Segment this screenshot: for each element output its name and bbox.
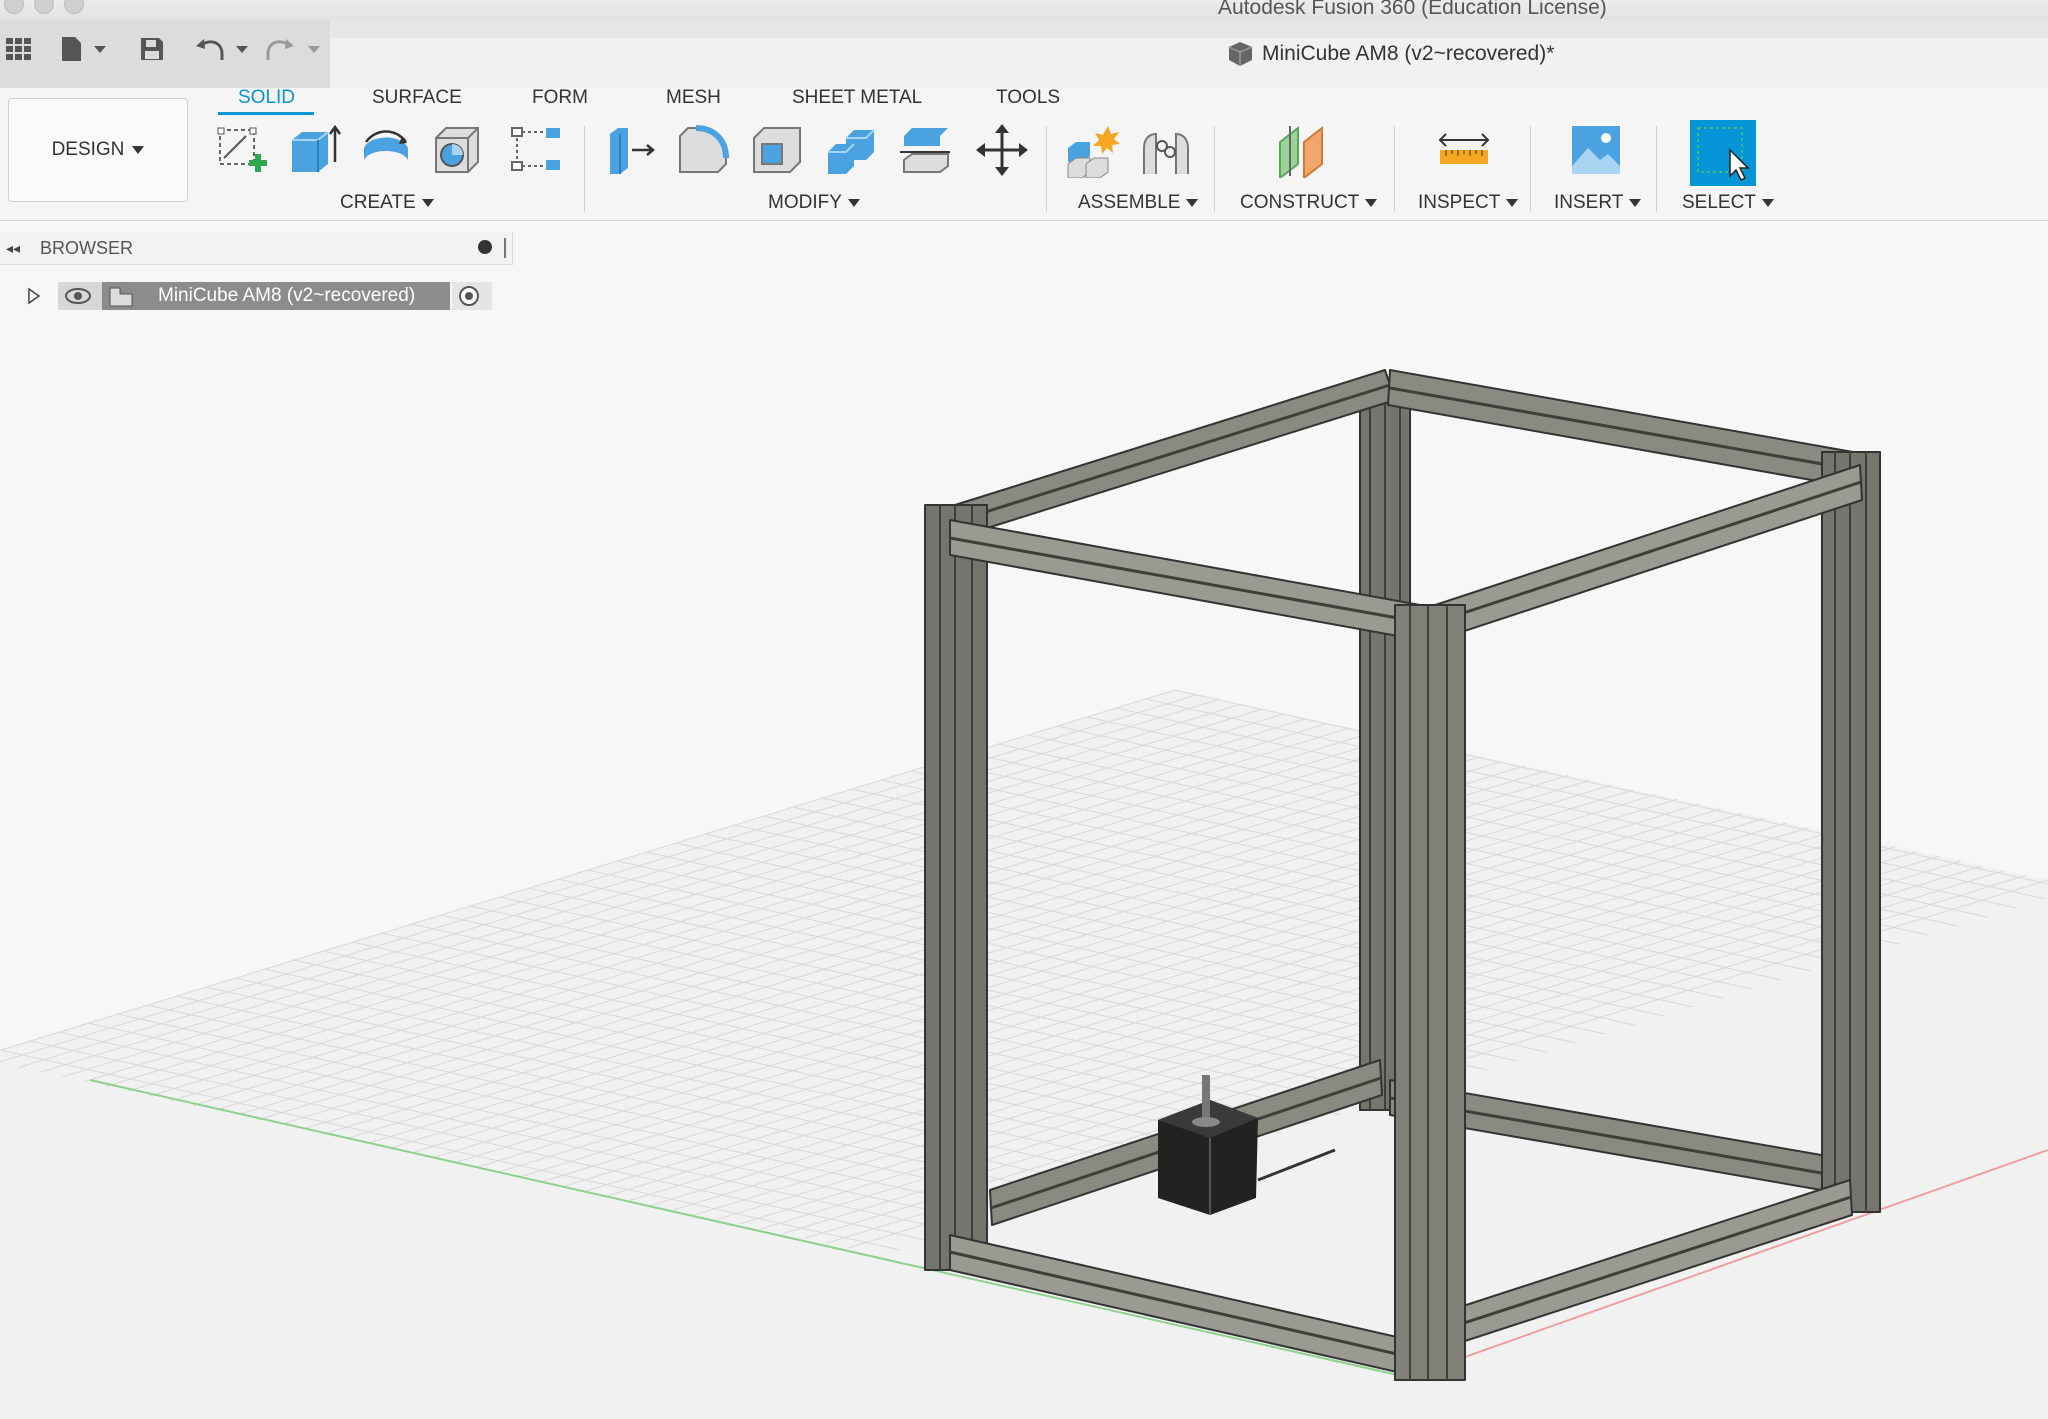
quick-access-toolbar (0, 20, 330, 88)
measure-icon[interactable] (1436, 122, 1492, 178)
joint-icon[interactable] (1138, 122, 1194, 178)
undo-icon[interactable] (194, 34, 252, 64)
browser-root-node[interactable]: MiniCube AM8 (v2~recovered) (0, 278, 500, 314)
inspect-menu[interactable]: INSPECT (1418, 192, 1519, 214)
chevron-down-icon (421, 199, 434, 207)
select-label: SELECT (1682, 192, 1756, 213)
create-sketch-icon[interactable] (214, 122, 270, 178)
divider (1530, 126, 1531, 212)
document-title: MiniCube AM8 (v2~recovered)* (1262, 42, 1555, 65)
activate-component-button[interactable] (452, 282, 492, 310)
component-icon (109, 287, 133, 307)
panel-resize-handle[interactable] (504, 238, 506, 258)
press-pull-icon[interactable] (602, 122, 658, 178)
divider (1656, 126, 1657, 212)
create-menu[interactable]: CREATE (340, 192, 434, 214)
grid-icon[interactable] (4, 34, 34, 64)
browser-title: BROWSER (40, 238, 134, 258)
chevron-down-icon (1365, 199, 1378, 207)
divider (1046, 126, 1047, 212)
offset-plane-icon[interactable] (1276, 122, 1332, 178)
select-menu[interactable]: SELECT (1682, 192, 1774, 214)
collapse-panel-icon[interactable]: ◂◂ (6, 240, 20, 257)
browser-root-label[interactable]: MiniCube AM8 (v2~recovered) (102, 282, 450, 310)
new-component-icon[interactable] (1064, 122, 1120, 178)
divider (584, 126, 585, 212)
cube-icon (1228, 42, 1253, 66)
redo-icon[interactable] (264, 34, 324, 64)
tab-form[interactable]: FORM (532, 88, 588, 116)
tab-tools[interactable]: TOOLS (996, 88, 1060, 116)
active-tab-indicator (218, 112, 314, 115)
chevron-down-icon (1629, 199, 1642, 207)
zoom-window-button[interactable] (64, 0, 84, 14)
divider (1214, 126, 1215, 212)
save-icon[interactable] (138, 34, 166, 64)
close-window-button[interactable] (4, 0, 24, 14)
document-tab[interactable] (330, 38, 2048, 88)
split-body-icon[interactable] (898, 122, 954, 178)
tab-mesh[interactable]: MESH (666, 88, 721, 116)
workspace-label: DESIGN (51, 139, 125, 160)
radio-icon (459, 286, 479, 306)
insert-image-icon[interactable] (1568, 122, 1624, 178)
assemble-menu[interactable]: ASSEMBLE (1078, 192, 1199, 214)
fillet-icon[interactable] (676, 122, 732, 178)
shell-icon[interactable] (750, 122, 806, 178)
chevron-down-icon (1761, 199, 1774, 207)
tab-sheet-metal[interactable]: SHEET METAL (792, 88, 922, 116)
combine-icon[interactable] (824, 122, 880, 178)
3d-viewport[interactable] (0, 265, 2048, 1419)
file-icon[interactable] (58, 34, 110, 64)
visibility-toggle[interactable] (58, 282, 102, 310)
chevron-down-icon (132, 146, 145, 154)
construct-label: CONSTRUCT (1240, 192, 1360, 213)
hole-icon[interactable] (430, 122, 486, 178)
chevron-down-icon (1186, 199, 1199, 207)
extrude-icon[interactable] (286, 122, 342, 178)
insert-label: INSERT (1554, 192, 1624, 213)
modify-menu[interactable]: MODIFY (768, 192, 860, 214)
tab-surface[interactable]: SURFACE (372, 88, 462, 116)
chevron-down-icon (1506, 199, 1519, 207)
inspect-label: INSPECT (1418, 192, 1501, 213)
modify-label: MODIFY (768, 192, 842, 213)
insert-menu[interactable]: INSERT (1554, 192, 1642, 214)
minimize-window-button[interactable] (34, 0, 54, 14)
move-icon[interactable] (974, 122, 1030, 178)
create-label: CREATE (340, 192, 416, 213)
select-tool-icon[interactable] (1690, 120, 1756, 186)
window-titlebar: Autodesk Fusion 360 (Education License) (0, 0, 2048, 21)
pattern-icon[interactable] (508, 122, 564, 178)
panel-pin-icon[interactable] (478, 240, 492, 254)
browser-panel-header: ◂◂ BROWSER (0, 232, 513, 265)
toolbar-ribbon: DESIGN SOLID SURFACE FORM MESH SHEET MET… (0, 88, 2048, 221)
revolve-icon[interactable] (358, 122, 414, 178)
workspace-switcher[interactable]: DESIGN (8, 98, 188, 202)
assemble-label: ASSEMBLE (1078, 192, 1181, 213)
eye-icon (65, 288, 91, 304)
divider (1394, 126, 1395, 212)
construct-menu[interactable]: CONSTRUCT (1240, 192, 1378, 214)
document-tab-bar (330, 20, 2048, 88)
chevron-down-icon (847, 199, 860, 207)
ground-grid (0, 689, 2048, 1419)
expand-arrow-icon[interactable] (26, 287, 42, 305)
app-title: Autodesk Fusion 360 (Education License) (1218, 0, 1607, 19)
